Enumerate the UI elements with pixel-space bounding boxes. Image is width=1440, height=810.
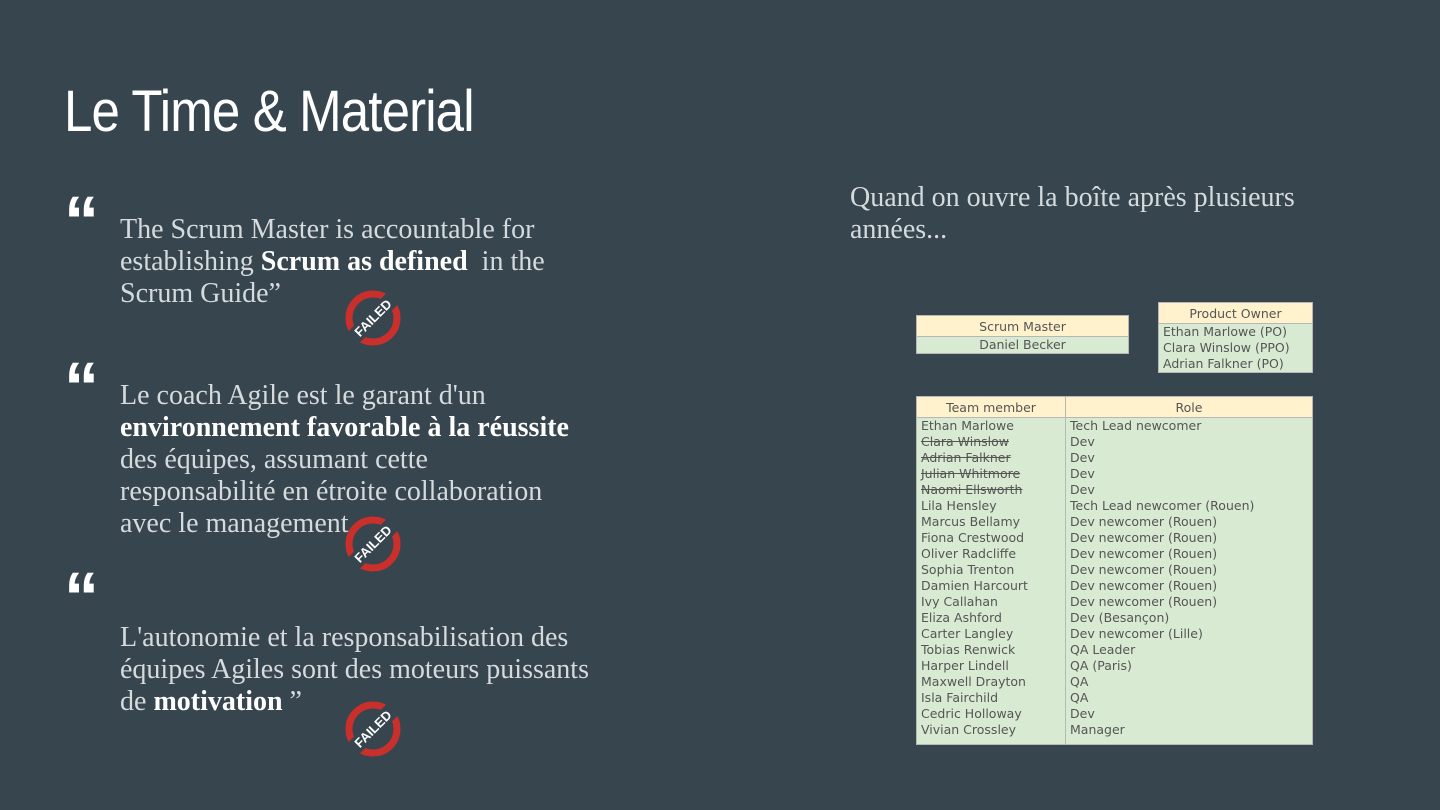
quote-mark-icon: “ <box>64 348 99 426</box>
table-row: Cedric Holloway Dev <box>916 706 1313 722</box>
team-member-name: Maxwell Drayton <box>916 674 1066 690</box>
quote-emphasis: environnement favorable à la réussite <box>120 412 569 443</box>
team-member-role: Dev (Besançon) <box>1065 610 1313 626</box>
table-row: Marcus Bellamy Dev newcomer (Rouen) <box>916 514 1313 530</box>
quote-line: environnement favorable à la réussite <box>120 412 680 444</box>
scrum-master-table: Scrum Master Daniel Becker <box>916 315 1129 354</box>
team-member-role: Dev newcomer (Rouen) <box>1065 514 1313 530</box>
table-row: Lila Hensley Tech Lead newcomer (Rouen) <box>916 498 1313 514</box>
team-member-name: Sophia Trenton <box>916 562 1066 578</box>
table-row: Fiona Crestwood Dev newcomer (Rouen) <box>916 530 1313 546</box>
box-opening-caption: Quand on ouvre la boîte après plusieurs … <box>850 182 1295 245</box>
product-owner-table: Product Owner Ethan Marlowe (PO) Clara W… <box>1158 302 1313 373</box>
team-member-role: Dev <box>1065 434 1313 450</box>
table-header: Team member <box>916 396 1066 418</box>
team-member-role: Dev <box>1065 466 1313 482</box>
team-member-name: Lila Hensley <box>916 498 1066 514</box>
table-row: Adrian Falkner Dev <box>916 450 1313 466</box>
table-cell: Ethan Marlowe (PO) <box>1158 323 1313 340</box>
team-member-name: Cedric Holloway <box>916 706 1066 722</box>
team-member-role: Dev newcomer (Rouen) <box>1065 530 1313 546</box>
table-row: Clara Winslow Dev <box>916 434 1313 450</box>
quote-autonomy: L'autonomie et la responsabilisation des… <box>120 622 700 718</box>
table-row-spacer <box>916 738 1313 745</box>
table-cell: Clara Winslow (PPO) <box>1158 340 1313 356</box>
team-member-name: Julian Whitmore <box>916 466 1066 482</box>
team-member-name: Adrian Falkner <box>916 450 1066 466</box>
table-row: Julian Whitmore Dev <box>916 466 1313 482</box>
table-row: Oliver Radcliffe Dev newcomer (Rouen) <box>916 546 1313 562</box>
failed-stamp-icon: FAILED <box>345 701 401 757</box>
table-row: Damien Harcourt Dev newcomer (Rouen) <box>916 578 1313 594</box>
table-cell <box>1065 738 1313 745</box>
quote-line: responsabilité en étroite collaboration <box>120 476 543 507</box>
table-row: Vivian Crossley Manager <box>916 722 1313 738</box>
team-member-role: Tech Lead newcomer <box>1065 417 1313 434</box>
quote-line: establishing Scrum as defined in the <box>120 246 545 277</box>
table-row: Sophia Trenton Dev newcomer (Rouen) <box>916 562 1313 578</box>
team-member-name: Isla Fairchild <box>916 690 1066 706</box>
table-row: Isla Fairchild QA <box>916 690 1313 706</box>
team-table: Team member Role Ethan Marlowe Tech Lead … <box>916 396 1313 745</box>
slide-title: Le Time & Material <box>64 79 475 144</box>
team-member-name: Tobias Renwick <box>916 642 1066 658</box>
team-member-role: Tech Lead newcomer (Rouen) <box>1065 498 1313 514</box>
table-row: Tobias Renwick QA Leader <box>916 642 1313 658</box>
quote-line: équipes Agiles sont des moteurs puissant… <box>120 654 589 685</box>
team-member-name: Ivy Callahan <box>916 594 1066 610</box>
quote-line: de motivation ” <box>120 686 302 717</box>
quote-line: des équipes, assumant cette <box>120 444 428 475</box>
failed-stamp-icon: FAILED <box>345 290 401 346</box>
team-member-name: Clara Winslow <box>916 434 1066 450</box>
team-member-name: Fiona Crestwood <box>916 530 1066 546</box>
quote-emphasis: Scrum as defined <box>260 246 468 277</box>
team-member-role: Dev <box>1065 482 1313 498</box>
table-row: Maxwell Drayton QA <box>916 674 1313 690</box>
team-member-role: Dev <box>1065 450 1313 466</box>
team-member-role: Dev <box>1065 706 1313 722</box>
team-member-name: Marcus Bellamy <box>916 514 1066 530</box>
quote-mark-icon: “ <box>64 558 99 636</box>
quote-line: Le coach Agile est le garant d'un <box>120 380 486 411</box>
team-member-role: Dev newcomer (Rouen) <box>1065 578 1313 594</box>
team-member-role: QA (Paris) <box>1065 658 1313 674</box>
team-member-name: Naomi Ellsworth <box>916 482 1066 498</box>
quote-line: L'autonomie et la responsabilisation des <box>120 622 569 653</box>
team-member-name: Eliza Ashford <box>916 610 1066 626</box>
team-member-name: Vivian Crossley <box>916 722 1066 738</box>
table-header: Role <box>1065 396 1313 418</box>
team-member-role: Manager <box>1065 722 1313 738</box>
table-header: Product Owner <box>1158 302 1313 324</box>
team-member-role: Dev newcomer (Lille) <box>1065 626 1313 642</box>
table-row: Carter Langley Dev newcomer (Lille) <box>916 626 1313 642</box>
table-row: Ivy Callahan Dev newcomer (Rouen) <box>916 594 1313 610</box>
team-member-role: QA <box>1065 690 1313 706</box>
table-cell <box>916 738 1066 745</box>
team-member-role: QA <box>1065 674 1313 690</box>
quote-mark-icon: “ <box>64 182 99 260</box>
table-row: Harper Lindell QA (Paris) <box>916 658 1313 674</box>
table-cell: Adrian Falkner (PO) <box>1158 356 1313 373</box>
team-member-role: Dev newcomer (Rouen) <box>1065 562 1313 578</box>
team-member-name: Harper Lindell <box>916 658 1066 674</box>
quote-line: The Scrum Master is accountable for <box>120 214 535 245</box>
team-member-name: Carter Langley <box>916 626 1066 642</box>
failed-stamp-icon: FAILED <box>345 516 401 572</box>
team-member-name: Ethan Marlowe <box>916 417 1066 434</box>
table-row: Naomi Ellsworth Dev <box>916 482 1313 498</box>
team-member-role: Dev newcomer (Rouen) <box>1065 594 1313 610</box>
quote-emphasis: motivation <box>153 686 283 717</box>
team-member-name: Damien Harcourt <box>916 578 1066 594</box>
team-member-name: Oliver Radcliffe <box>916 546 1066 562</box>
table-row: Eliza Ashford Dev (Besançon) <box>916 610 1313 626</box>
table-row: Ethan Marlowe Tech Lead newcomer <box>916 417 1313 434</box>
table-cell: Daniel Becker <box>916 336 1129 354</box>
team-member-role: QA Leader <box>1065 642 1313 658</box>
table-header: Scrum Master <box>916 315 1129 337</box>
team-member-role: Dev newcomer (Rouen) <box>1065 546 1313 562</box>
